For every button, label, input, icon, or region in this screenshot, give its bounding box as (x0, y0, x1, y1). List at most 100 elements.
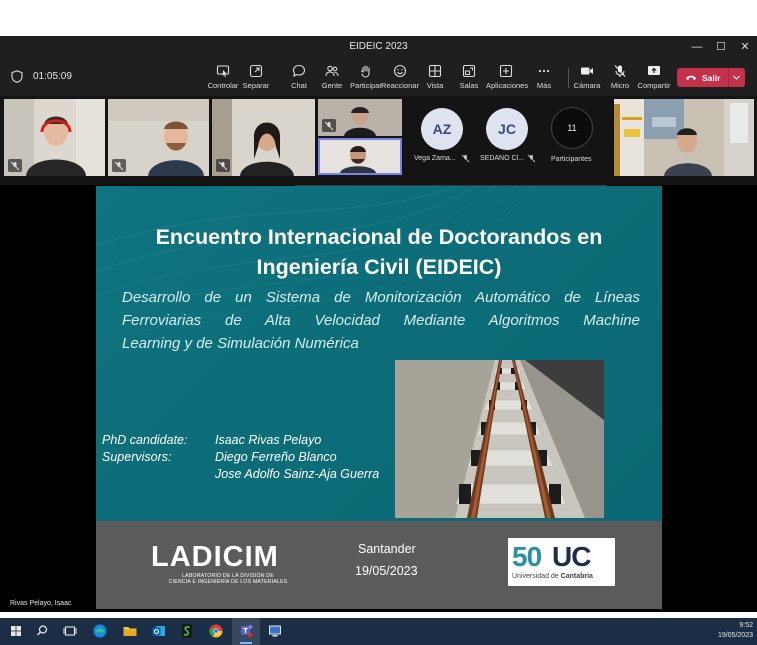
maximize-button[interactable]: ☐ (713, 39, 729, 55)
more-icon (538, 69, 550, 73)
leave-label: Salir (702, 73, 721, 83)
plus-icon (499, 64, 513, 78)
event-date: 19/05/2023 (355, 564, 418, 578)
active-indicator (240, 642, 252, 644)
edge-browser-icon[interactable] (91, 622, 109, 640)
participant-video (614, 99, 754, 176)
react-button[interactable]: Reaccionar (380, 64, 420, 94)
close-button[interactable]: ✕ (737, 39, 753, 55)
slide-title: Encuentro Internacional de Doctorandos e… (96, 222, 662, 282)
ladicim-logo: LADICIM (151, 541, 279, 573)
clock-date: 19/05/2023 (717, 632, 753, 639)
slide-title-line: Encuentro Internacional de Doctorandos e… (155, 225, 603, 249)
taskbar-active-app[interactable] (232, 618, 260, 645)
participant-name: SEDANO Cl... (480, 155, 524, 162)
clock-time: 9:52 (739, 622, 753, 629)
participant-name: Vega Zama... (414, 155, 456, 162)
chevron-down-icon[interactable] (732, 73, 741, 82)
apps-label: Aplicaciones (486, 81, 529, 90)
share-label: Compartir (637, 81, 671, 90)
more-button[interactable]: Más (524, 64, 564, 94)
window-title-bar: EIDEIC 2023 — ☐ ✕ (0, 36, 757, 58)
slide-subtitle: Desarrollo de un Sistema de Monitorizaci… (122, 286, 640, 355)
slide-subtitle-line: Desarrollo de un Sistema de Monitorizaci… (122, 289, 640, 306)
video-tile[interactable] (4, 99, 105, 176)
emoji-icon (393, 64, 407, 78)
video-tile[interactable] (318, 99, 402, 136)
rooms-icon (462, 64, 476, 78)
mic-off-icon (10, 161, 20, 170)
uc-logo: 50 UC Universidad de Cantabria (508, 538, 615, 586)
minimize-button[interactable]: — (689, 39, 705, 55)
uc-logo-50: 50 (512, 541, 542, 572)
avatar[interactable]: AZ (421, 108, 463, 150)
leave-divider (728, 68, 729, 87)
camera-icon (581, 67, 593, 75)
rooms-button[interactable]: Salas (449, 64, 489, 94)
video-tile-active-speaker[interactable] (318, 138, 402, 175)
candidate-name: Isaac Rivas Pelayo (215, 433, 322, 447)
mic-muted-indicator (216, 159, 230, 172)
uc-logo-name: Universidad de Cantabria (512, 573, 593, 580)
windows-start-icon[interactable] (7, 622, 25, 640)
raise-hand-icon (360, 65, 370, 78)
ladicim-subtitle-line: CIENCIA E INGENIERÍA DE LOS MATERIALES (168, 579, 288, 585)
task-view-icon[interactable] (61, 622, 79, 640)
window-title: EIDEIC 2023 (349, 41, 408, 52)
chrome-icon[interactable] (207, 622, 225, 640)
react-label: Reaccionar (381, 81, 419, 90)
share-icon (648, 66, 660, 75)
app-s-icon[interactable] (178, 622, 196, 640)
popout-button[interactable]: Separar (236, 64, 276, 94)
participants-strip: AZ Vega Zama... JC SEDANO Cl... 11 Parti… (0, 96, 757, 185)
mic-off-icon (218, 161, 228, 170)
mic-off-icon (527, 154, 536, 163)
supervisor-name: Jose Adolfo Sainz-Aja Guerra (215, 467, 380, 481)
slide-subtitle-line: Ferroviarias de Alta Velocidad Mediante … (122, 312, 640, 329)
uc-name-part-bold: Cantabria (560, 573, 593, 580)
more-label: Más (536, 81, 552, 90)
shield-icon (11, 70, 23, 83)
people-icon (325, 65, 339, 77)
popout-label: Separar (242, 81, 270, 90)
remote-desktop-icon[interactable] (266, 622, 284, 640)
video-tile[interactable] (108, 99, 209, 176)
mic-off-icon (114, 161, 124, 170)
presenter-name-label: Rivas Pelayo, Isaac (5, 598, 77, 610)
participant-count-label: Participantes (551, 156, 592, 163)
apps-button[interactable]: Aplicaciones (486, 64, 529, 94)
shared-slide: Encuentro Internacional de Doctorandos e… (96, 186, 662, 609)
taskbar-clock[interactable]: 9:52 19/05/2023 (718, 621, 753, 641)
chat-icon (292, 64, 306, 78)
file-explorer-icon[interactable] (121, 622, 139, 640)
mic-off-icon (614, 65, 626, 77)
mic-muted-indicator (8, 159, 22, 172)
slide-title-line: Ingeniería Civil (EIDEIC) (256, 255, 502, 279)
leave-button[interactable]: Salir (677, 68, 745, 87)
uc-logo-uc: UC (552, 541, 591, 572)
candidate-label: PhD candidate: (102, 433, 188, 447)
video-tile[interactable] (212, 99, 315, 176)
control-icon (216, 65, 230, 77)
share-button[interactable]: Compartir (634, 64, 674, 94)
mic-muted-indicator (112, 159, 126, 172)
railway-track-photo (395, 360, 604, 518)
meeting-timer: 01:05:09 (33, 71, 72, 82)
popout-icon (249, 64, 263, 78)
mic-muted-indicator (322, 119, 336, 132)
rooms-label: Salas (459, 81, 479, 90)
participant-count[interactable]: 11 (551, 107, 593, 149)
search-icon[interactable] (33, 622, 51, 640)
outlook-icon[interactable] (150, 622, 168, 640)
mic-off-icon (461, 154, 470, 163)
slide-subtitle-line: Learning y de Simulación Numérica (122, 335, 359, 352)
video-tile[interactable] (614, 99, 754, 176)
ladicim-logo-subtitle: LABORATORIO DE LA DIVISIÓN DE CIENCIA E … (153, 573, 303, 585)
slide-footer: LADICIM LABORATORIO DE LA DIVISIÓN DE CI… (96, 521, 662, 609)
windows-taskbar: 9:52 19/05/2023 (0, 618, 757, 645)
mic-off-icon (324, 121, 334, 130)
supervisors-label: Supervisors: (102, 450, 172, 464)
hang-up-icon (686, 75, 696, 80)
supervisor-name: Diego Ferreño Blanco (215, 450, 337, 464)
avatar[interactable]: JC (486, 108, 528, 150)
